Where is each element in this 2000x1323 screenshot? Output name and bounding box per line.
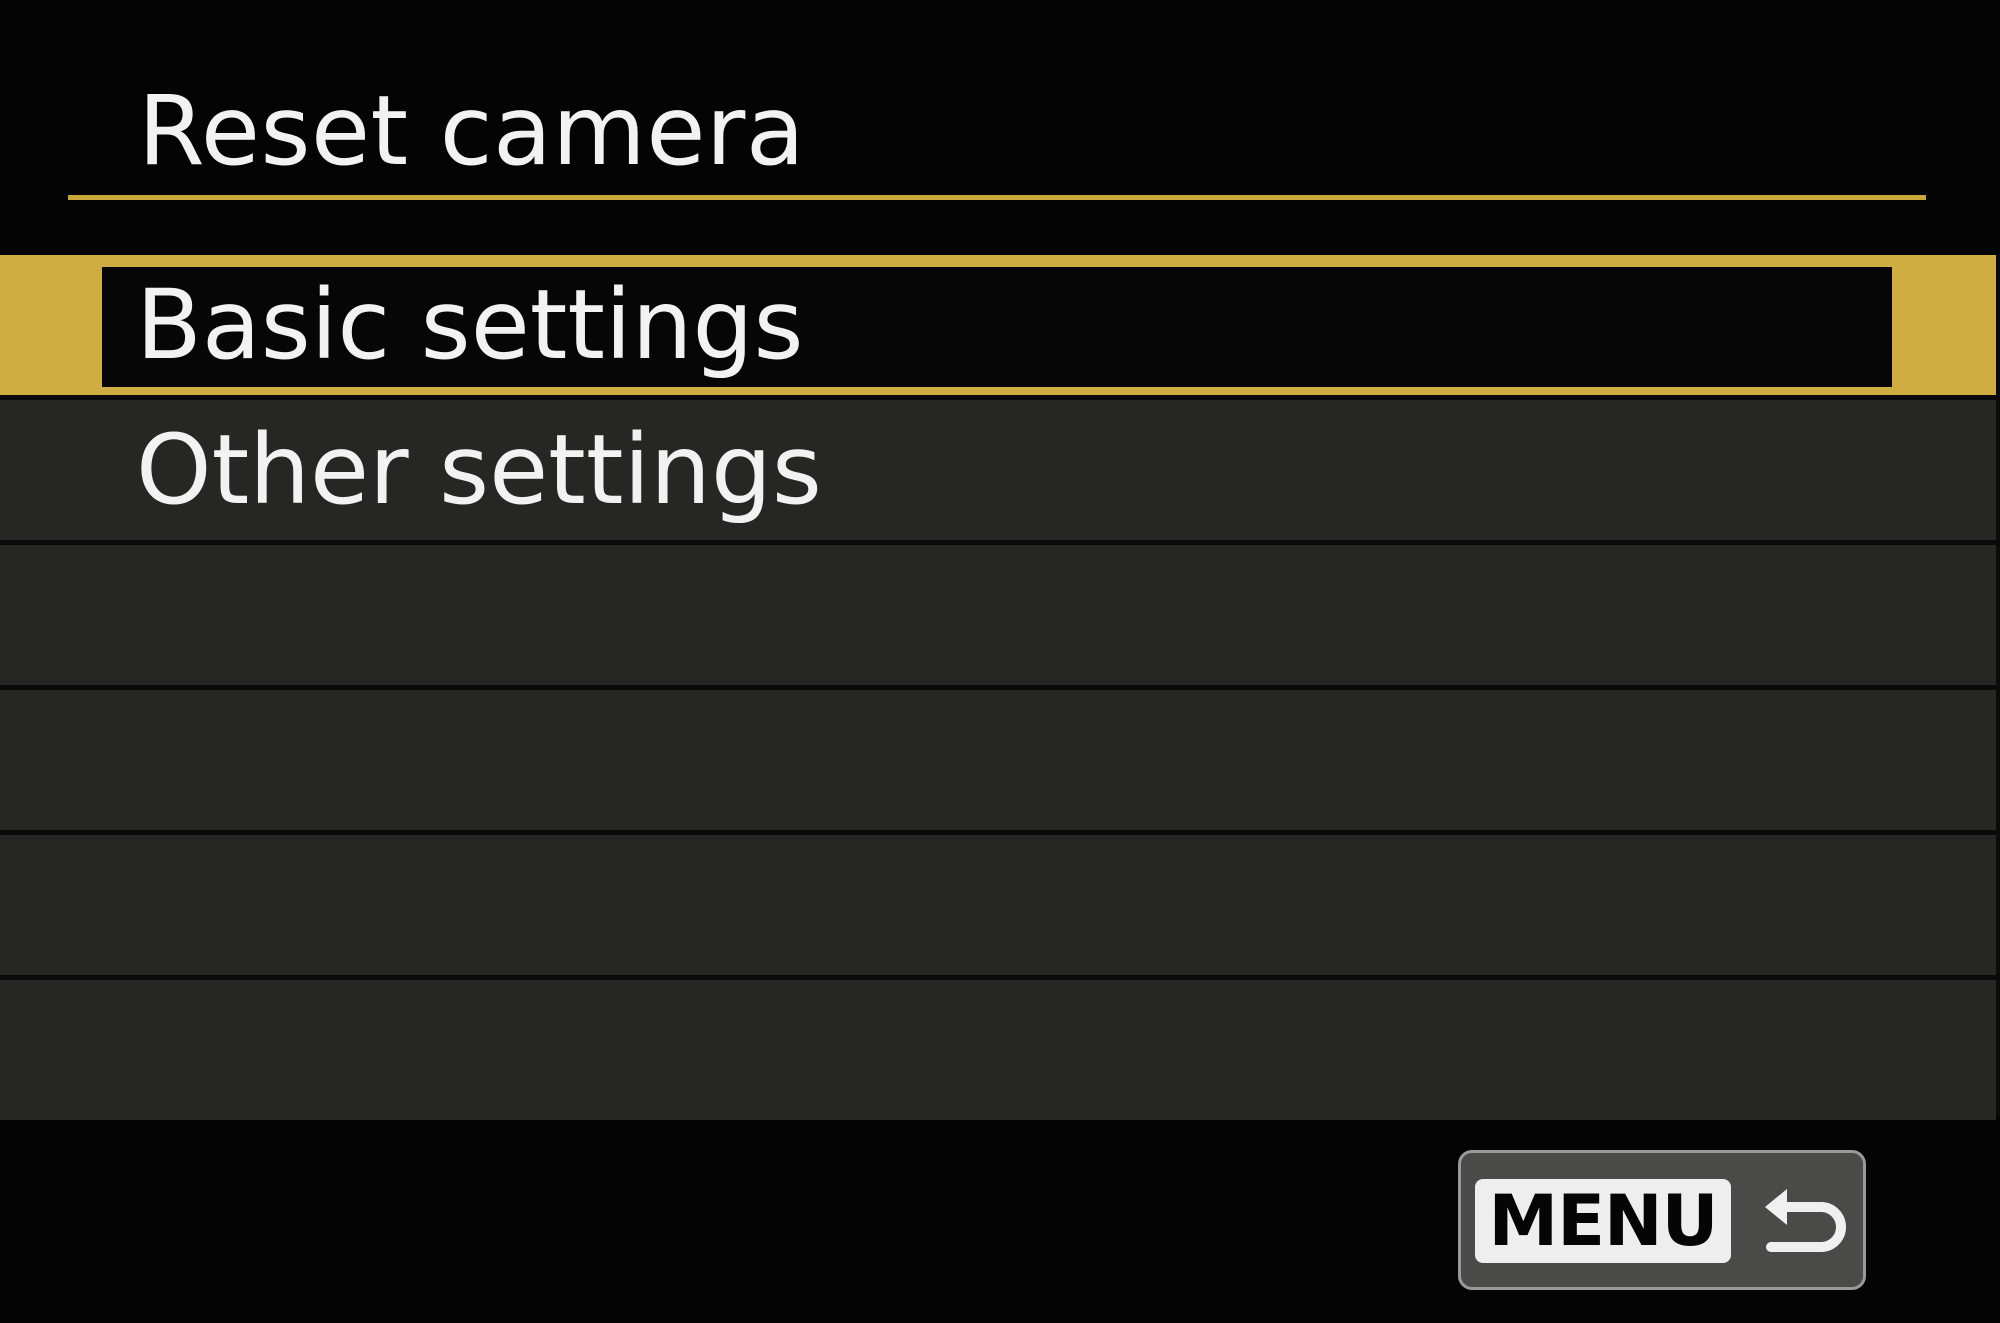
menu-item-label: Basic settings — [136, 269, 804, 381]
menu-item-empty — [0, 545, 1996, 685]
menu-item-empty — [0, 980, 1996, 1120]
menu-back-button[interactable]: MENU — [1458, 1150, 1866, 1290]
menu-item-basic-settings[interactable]: Basic settings — [0, 255, 1996, 395]
page-title: Reset camera — [138, 75, 806, 187]
title-divider — [68, 195, 1926, 200]
menu-item-empty — [0, 690, 1996, 830]
menu-button-label: MENU — [1475, 1179, 1731, 1263]
camera-menu-screen: Reset camera Basic settings Other settin… — [0, 0, 2000, 1323]
menu-item-other-settings[interactable]: Other settings — [0, 400, 1996, 540]
menu-list: Basic settings Other settings — [0, 255, 2000, 1120]
menu-item-empty — [0, 835, 1996, 975]
return-arrow-icon — [1765, 1189, 1846, 1252]
menu-item-label: Other settings — [136, 414, 822, 526]
